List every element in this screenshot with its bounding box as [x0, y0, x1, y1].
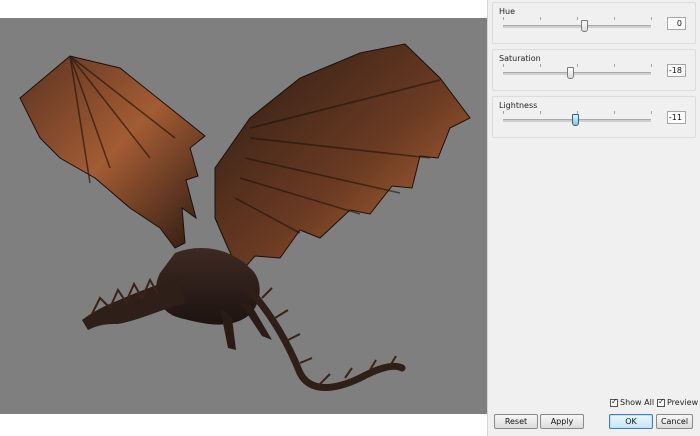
image-canvas[interactable] [0, 18, 487, 414]
saturation-value-field[interactable]: -18 [667, 64, 686, 77]
dragon-tail [244, 284, 406, 391]
saturation-slider-track[interactable] [503, 72, 651, 75]
tick [540, 64, 541, 67]
lightness-label: Lightness [499, 101, 538, 110]
dragon-left-wing [19, 55, 206, 249]
dragon-image [19, 43, 471, 391]
cancel-button[interactable]: Cancel [656, 414, 693, 429]
tick [614, 17, 615, 20]
tick [577, 64, 578, 67]
tick [577, 17, 578, 20]
reset-button[interactable]: Reset [494, 414, 538, 429]
preview-checkbox[interactable] [657, 397, 665, 407]
preview-label: Preview [667, 398, 699, 407]
tick [614, 111, 615, 114]
show-all-option[interactable]: Show All [610, 397, 655, 407]
tick [540, 17, 541, 20]
tick [651, 17, 652, 20]
hue-saturation-panel: Hue 0 Saturation -18 Lightness -11 Show … [487, 0, 700, 436]
tick [540, 111, 541, 114]
apply-button[interactable]: Apply [540, 414, 584, 429]
dragon-right-wing [214, 43, 471, 274]
lightness-value-field[interactable]: -11 [667, 111, 686, 124]
ok-button[interactable]: OK [609, 414, 653, 429]
tick [503, 17, 504, 20]
tick [614, 64, 615, 67]
lightness-slider-thumb[interactable] [572, 114, 579, 126]
show-all-checkbox[interactable] [610, 397, 618, 407]
saturation-group: Saturation -18 [492, 49, 696, 91]
hue-slider-track[interactable] [503, 25, 651, 28]
saturation-slider-thumb[interactable] [567, 67, 574, 79]
hue-label: Hue [499, 7, 516, 16]
preview-option[interactable]: Preview [657, 397, 699, 407]
tick [503, 111, 504, 114]
hue-slider-thumb[interactable] [581, 20, 588, 32]
tick [651, 64, 652, 67]
lightness-group: Lightness -11 [492, 96, 696, 138]
tick [503, 64, 504, 67]
hue-group: Hue 0 [492, 2, 696, 44]
show-all-label: Show All [620, 398, 655, 407]
hue-value-field[interactable]: 0 [667, 17, 686, 30]
saturation-label: Saturation [499, 54, 541, 63]
tick [651, 111, 652, 114]
